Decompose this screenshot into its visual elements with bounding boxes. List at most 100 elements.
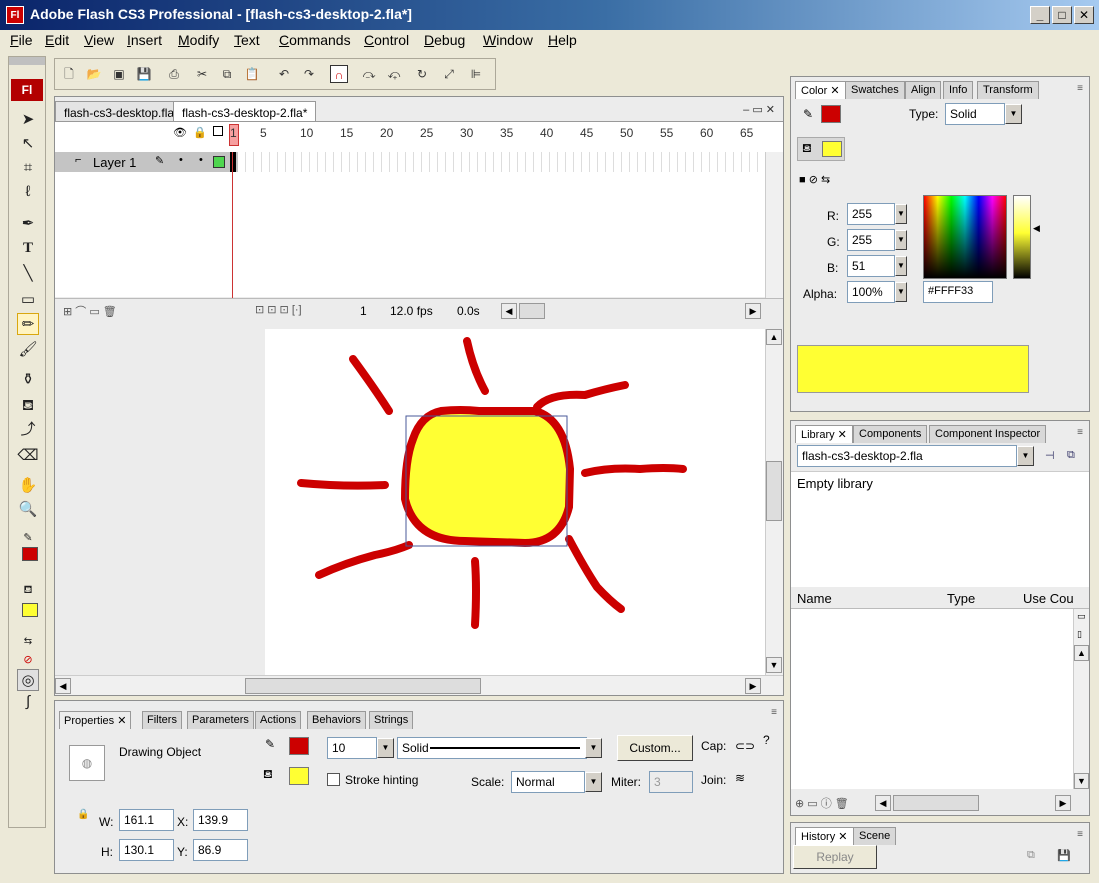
line-tool-icon[interactable]: ╲ [17, 263, 39, 285]
document-window-controls[interactable]: – ▭ ✕ [743, 103, 775, 116]
library-buttons-icon[interactable]: ⊕ ▭ ⓘ 🗑 [795, 795, 849, 811]
y-input[interactable]: 86.9 [193, 839, 248, 861]
miter-input[interactable]: 3 [649, 771, 693, 793]
brush-tool-icon[interactable]: 🖌 [17, 339, 39, 361]
snap-to-objects-icon[interactable]: ∩ [330, 65, 348, 83]
tab-history[interactable]: History ✕ [795, 827, 854, 845]
column-name[interactable]: Name [797, 591, 832, 606]
tab-swatches[interactable]: Swatches [845, 81, 905, 99]
brightness-slider[interactable] [1013, 195, 1031, 279]
copy-icon[interactable]: ⧉ [218, 65, 236, 83]
subselection-tool-icon[interactable]: ↖ [17, 133, 39, 155]
library-scroll-left[interactable]: ◀ [875, 795, 891, 811]
menu-view[interactable]: View [84, 32, 114, 48]
panel-menu-icon[interactable]: ≡ [1077, 83, 1083, 94]
panel-menu-icon[interactable]: ≡ [771, 707, 777, 718]
panel-menu-icon[interactable]: ≡ [1077, 829, 1083, 840]
scale-dropdown[interactable]: ▼ [585, 772, 602, 792]
menu-debug[interactable]: Debug [424, 32, 465, 48]
zoom-tool-icon[interactable]: 🔍 [17, 499, 39, 521]
stage-scroll-left[interactable]: ◀ [55, 678, 71, 694]
stroke-style-select[interactable]: Solid [397, 737, 587, 759]
tab-components[interactable]: Components [853, 425, 928, 443]
layer-lock-dot[interactable]: • [199, 154, 203, 166]
eyedropper-tool-icon[interactable]: ⤴ [17, 419, 39, 441]
tab-properties[interactable]: Properties ✕ [59, 711, 132, 729]
maximize-button[interactable]: □ [1052, 6, 1072, 24]
layer-name[interactable]: Layer 1 [93, 155, 136, 170]
g-input[interactable]: 255 [847, 229, 895, 251]
new-document-icon[interactable]: 🗋 [60, 65, 78, 83]
r-input[interactable]: 255 [847, 203, 895, 225]
stroke-size-dropdown[interactable]: ▼ [377, 738, 394, 758]
timeline-scroll-left[interactable]: ◀ [501, 303, 517, 319]
menu-help[interactable]: Help [548, 32, 577, 48]
lasso-tool-icon[interactable]: ℓ [17, 181, 39, 203]
tab-align[interactable]: Align [905, 81, 942, 99]
minimize-button[interactable]: _ [1030, 6, 1050, 24]
fill-color-swatch[interactable] [822, 141, 842, 157]
pen-tool-icon[interactable]: ✒ [17, 213, 39, 235]
stroke-style-dropdown[interactable]: ▼ [585, 738, 602, 758]
brightness-slider-handle[interactable]: ◀ [1033, 223, 1040, 234]
stroke-color-swatch[interactable] [22, 547, 38, 561]
fill-color-swatch[interactable] [289, 767, 309, 785]
menu-control[interactable]: Control [364, 32, 409, 48]
frames-strip[interactable] [238, 152, 765, 172]
rectangle-tool-icon[interactable]: ▭ [17, 289, 39, 311]
no-color-icon[interactable]: ⊘ [17, 649, 39, 671]
fill-type-select[interactable]: Solid [945, 103, 1005, 125]
keyframe[interactable] [230, 152, 236, 172]
width-input[interactable]: 161.1 [119, 809, 174, 831]
stage[interactable] [265, 329, 783, 675]
new-library-panel-icon[interactable]: ⧉ [1067, 449, 1075, 462]
ink-bottle-tool-icon[interactable]: ⚱ [17, 369, 39, 391]
text-tool-icon[interactable]: T [17, 237, 39, 259]
pencil-mode-icon[interactable]: ∫ [17, 691, 39, 713]
tab-parameters[interactable]: Parameters [187, 711, 254, 729]
layer-visible-dot[interactable]: • [179, 154, 183, 166]
b-dropdown[interactable]: ▼ [895, 256, 907, 276]
library-scroll-up[interactable]: ▲ [1074, 645, 1089, 661]
layer-row[interactable]: ⌐ Layer 1 ✎ • • [55, 152, 765, 172]
panel-menu-icon[interactable]: ≡ [1077, 427, 1083, 438]
smooth-icon[interactable]: ⤼ [360, 65, 378, 83]
r-dropdown[interactable]: ▼ [895, 204, 907, 224]
layer-outline-color[interactable] [213, 156, 225, 168]
align-icon[interactable]: ⊫ [467, 65, 485, 83]
constrain-lock-icon[interactable]: 🔒 [77, 809, 89, 820]
tab-strings[interactable]: Strings [369, 711, 414, 729]
paste-icon[interactable]: 📋 [243, 65, 261, 83]
outline-icon[interactable] [213, 126, 223, 136]
stroke-hinting-checkbox[interactable] [327, 773, 340, 786]
stage-scroll-right[interactable]: ▶ [745, 678, 761, 694]
fill-color-swatch[interactable] [22, 603, 38, 617]
pin-library-icon[interactable]: ⊣ [1045, 449, 1055, 462]
stroke-size-input[interactable]: 10 [327, 737, 377, 759]
save-command-icon[interactable]: 💾 [1057, 849, 1071, 862]
free-transform-tool-icon[interactable]: ⌗ [17, 157, 39, 179]
paint-bucket-tool-icon[interactable]: ⛾ [17, 395, 39, 417]
tab-component-inspector[interactable]: Component Inspector [929, 425, 1047, 443]
column-use-count[interactable]: Use Cou [1023, 591, 1074, 606]
straighten-icon[interactable]: ⤽ [385, 65, 403, 83]
tab-flash-cs3-desktop[interactable]: flash-cs3-desktop.fla [55, 101, 184, 123]
tab-actions[interactable]: Actions [255, 711, 302, 729]
wide-view-icon[interactable]: ▯ [1077, 629, 1082, 640]
tab-behaviors[interactable]: Behaviors [307, 711, 366, 729]
scale-icon[interactable]: ⤢ [440, 65, 458, 83]
library-hscroll-thumb[interactable] [893, 795, 979, 811]
menu-file[interactable]: File [10, 32, 33, 48]
alpha-dropdown[interactable]: ▼ [895, 282, 907, 302]
cap-style-icon[interactable]: ⊂⊃ [735, 739, 755, 753]
scale-select[interactable]: Normal [511, 771, 585, 793]
custom-stroke-button[interactable]: Custom... [617, 735, 693, 761]
fill-type-dropdown[interactable]: ▼ [1005, 104, 1022, 124]
stage-hscroll[interactable]: ◀ ▶ [55, 675, 783, 695]
menu-edit[interactable]: Edit [45, 32, 69, 48]
object-drawing-icon[interactable]: ◎ [17, 669, 39, 691]
print-icon[interactable]: ⎙ [165, 65, 183, 83]
color-spectrum-picker[interactable] [923, 195, 1007, 279]
stage-scroll-up[interactable]: ▲ [766, 329, 782, 345]
rotate-skew-icon[interactable]: ↻ [413, 65, 431, 83]
